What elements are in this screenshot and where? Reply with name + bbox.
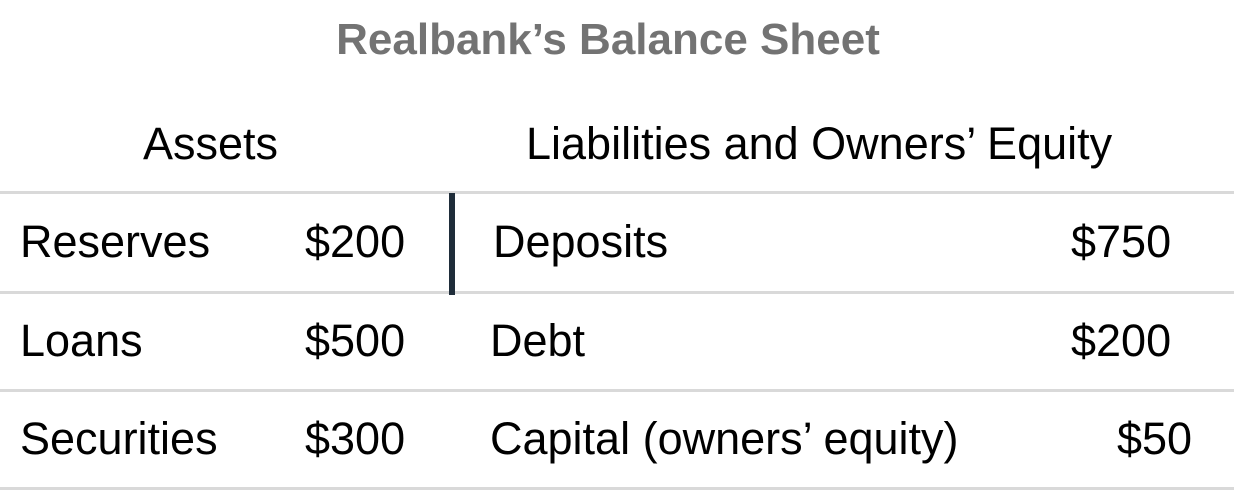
divider-line bbox=[0, 291, 1234, 294]
liability-value: $50 bbox=[1117, 413, 1193, 464]
asset-label: Securities bbox=[20, 413, 218, 464]
divider-line bbox=[0, 389, 1234, 392]
divider-line bbox=[0, 191, 1234, 194]
liability-value: $750 bbox=[1071, 216, 1172, 267]
page-title: Realbank’s Balance Sheet bbox=[336, 15, 880, 64]
assets-header: Assets bbox=[143, 118, 279, 169]
liabilities-header: Liabilities and Owners’ Equity bbox=[526, 118, 1113, 169]
asset-value: $300 bbox=[305, 413, 406, 464]
liability-label: Capital (owners’ equity) bbox=[490, 413, 959, 464]
asset-value: $500 bbox=[305, 315, 406, 366]
asset-label: Reserves bbox=[20, 216, 211, 267]
liability-label: Deposits bbox=[493, 216, 669, 267]
t-account-divider bbox=[449, 193, 455, 295]
liability-label: Debt bbox=[490, 315, 586, 366]
asset-value: $200 bbox=[305, 216, 406, 267]
asset-label: Loans bbox=[20, 315, 143, 366]
liability-value: $200 bbox=[1071, 315, 1172, 366]
